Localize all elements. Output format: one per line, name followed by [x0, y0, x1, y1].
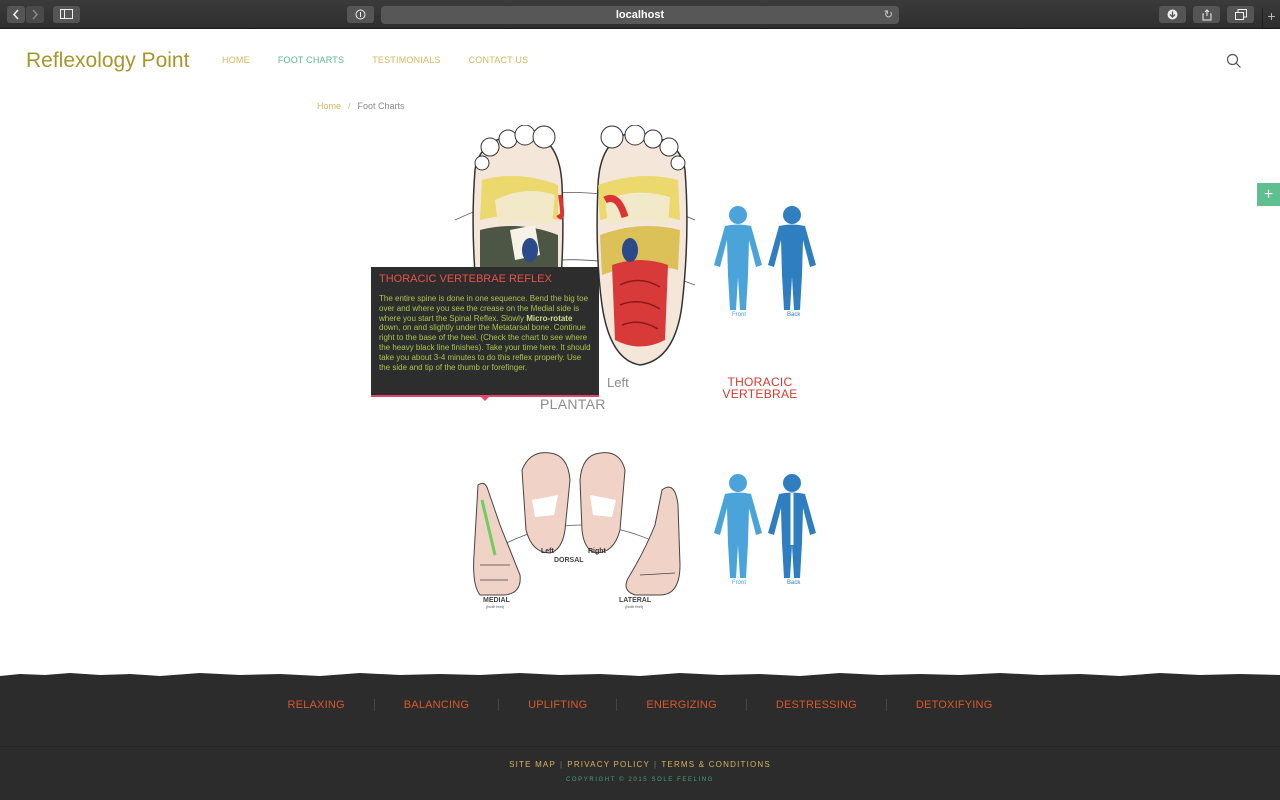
nav-contact-us[interactable]: CONTACT US	[469, 55, 529, 65]
tooltip-arrow	[481, 397, 489, 401]
figure-front-label: Front	[732, 312, 747, 318]
footer-link-terms[interactable]: TERMS & CONDITIONS	[661, 760, 771, 769]
footer-links: SITE MAP | PRIVACY POLICY | TERMS & CONDITIO…	[509, 760, 771, 769]
lateral-label: LATERAL	[619, 597, 652, 604]
sidebar-button[interactable]	[53, 6, 80, 23]
category-uplifting[interactable]: UPLIFTING	[499, 699, 618, 711]
vertebrae-label-line2: VERTEBRAE	[722, 387, 798, 401]
reflex-tooltip: THORACIC VERTEBRAE REFLEX The entire spi…	[371, 267, 599, 401]
category-detoxifying[interactable]: DETOXIFYING	[887, 699, 1022, 711]
left-foot-label: Left	[607, 375, 629, 390]
download-icon	[1167, 9, 1178, 20]
breadcrumb: Home / Foot Charts	[317, 101, 405, 111]
back-icon	[12, 9, 19, 20]
body-figure-back-2	[768, 474, 816, 578]
new-tab-button[interactable]: +	[1262, 8, 1280, 29]
sidebar-icon	[60, 9, 73, 19]
lateral-sub-label: (both feet)	[625, 604, 644, 609]
tooltip-title: THORACIC VERTEBRAE REFLEX	[379, 273, 552, 285]
footer-link-privacy[interactable]: PRIVACY POLICY	[567, 760, 650, 769]
reader-icon	[355, 9, 366, 20]
figure-back-label-2: Back	[787, 580, 801, 586]
dorsal-foot-chart	[473, 452, 816, 596]
browser-toolbar: localhost ↻ +	[0, 0, 1280, 29]
thoracic-vertebrae-label: THORACIC VERTEBRAE	[710, 376, 810, 400]
url-text: localhost	[615, 9, 665, 21]
site-logo[interactable]: Reflexology Point	[26, 49, 189, 73]
share-icon	[1202, 9, 1211, 21]
plus-icon: +	[1267, 8, 1276, 24]
main-nav: HOME FOOT CHARTS TESTIMONIALS CONTACT US	[222, 55, 556, 65]
medial-label: MEDIAL	[483, 597, 510, 604]
share-button[interactable]	[1193, 6, 1220, 23]
tabs-button[interactable]	[1227, 6, 1254, 23]
download-button[interactable]	[1159, 6, 1186, 23]
category-balancing[interactable]: BALANCING	[375, 699, 500, 711]
forward-icon	[32, 9, 39, 20]
reload-icon[interactable]: ↻	[884, 6, 893, 24]
figure-back-label: Back	[787, 312, 801, 318]
forward-button[interactable]	[26, 6, 44, 23]
address-bar[interactable]: localhost ↻	[381, 6, 899, 24]
plus-icon: +	[1263, 186, 1274, 203]
dorsal-right-label: Right	[588, 548, 606, 555]
side-plus-button[interactable]: +	[1257, 183, 1280, 206]
plantar-label: PLANTAR	[540, 396, 606, 412]
category-links: RELAXING BALANCING UPLIFTING ENERGIZING …	[0, 699, 1280, 711]
body-figure-front	[714, 206, 762, 310]
tooltip-body-bold: Micro-rotate	[526, 313, 573, 323]
dorsal-label: DORSAL	[554, 557, 584, 564]
breadcrumb-home[interactable]: Home	[317, 101, 341, 111]
category-relaxing[interactable]: RELAXING	[259, 699, 375, 711]
dorsal-right-foot	[579, 452, 626, 554]
figure-front-label-2: Front	[732, 580, 747, 586]
search-icon[interactable]	[1226, 53, 1242, 69]
dorsal-left-foot	[521, 452, 571, 554]
footer-link-sitemap[interactable]: SITE MAP	[509, 760, 556, 769]
tabs-icon	[1234, 9, 1247, 20]
breadcrumb-current: Foot Charts	[357, 101, 405, 111]
nav-testimonials[interactable]: TESTIMONIALS	[372, 55, 440, 65]
tooltip-body: The entire spine is done in one sequence…	[379, 294, 591, 372]
tooltip-body-part2: down, on and slightly under the Metatars…	[379, 323, 591, 372]
medial-sub-label: (both feet)	[486, 604, 505, 609]
medial-foot	[473, 482, 521, 596]
dorsal-left-label: Left	[541, 548, 554, 555]
body-figure-front-2	[714, 474, 762, 578]
copyright: COPYRIGHT © 2015 SOLE FEELING	[565, 777, 715, 783]
nav-home[interactable]: HOME	[222, 55, 250, 65]
lateral-foot	[625, 486, 681, 596]
reader-button[interactable]	[347, 6, 374, 23]
left-foot-sole	[596, 125, 688, 366]
back-button[interactable]	[7, 6, 25, 23]
category-destressing[interactable]: DESTRESSING	[747, 699, 887, 711]
breadcrumb-separator: /	[348, 101, 351, 111]
nav-foot-charts[interactable]: FOOT CHARTS	[278, 55, 344, 65]
site-footer: RELAXING BALANCING UPLIFTING ENERGIZING …	[0, 676, 1280, 800]
body-figure-back	[768, 206, 816, 310]
footer-divider	[0, 746, 1280, 747]
category-energizing[interactable]: ENERGIZING	[617, 699, 747, 711]
